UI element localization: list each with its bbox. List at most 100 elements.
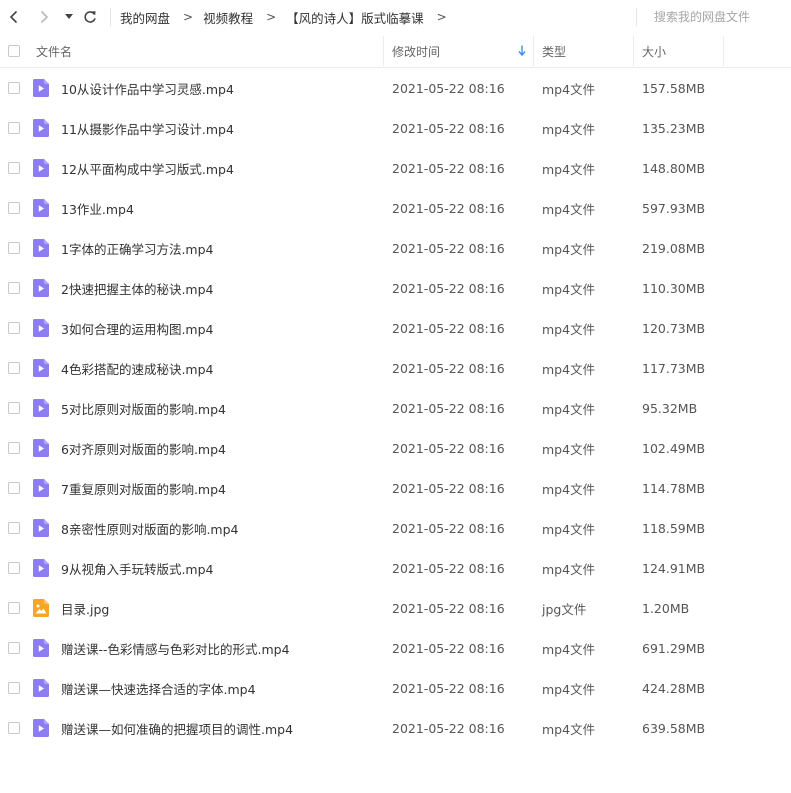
video-file-icon (33, 79, 49, 97)
file-name[interactable]: 目录.jpg (61, 588, 381, 628)
file-row[interactable]: 5对比原则对版面的影响.mp4 2021-05-22 08:16 mp4文件 95.3… (0, 388, 791, 428)
file-name[interactable]: 1字体的正确学习方法.mp4 (61, 228, 381, 268)
file-size: 117.73MB (642, 360, 706, 376)
row-checkbox[interactable] (8, 362, 20, 374)
file-name[interactable]: 8亲密性原则对版面的影响.mp4 (61, 508, 381, 548)
row-checkbox[interactable] (8, 202, 20, 214)
file-type: jpg文件 (542, 601, 587, 617)
file-row[interactable]: 6对齐原则对版面的影响.mp4 2021-05-22 08:16 mp4文件 102.… (0, 428, 791, 468)
file-row[interactable]: 2快速把握主体的秘诀.mp4 2021-05-22 08:16 mp4文件 110.3… (0, 268, 791, 308)
file-row[interactable]: 9从视角入手玩转版式.mp4 2021-05-22 08:16 mp4文件 124.9… (0, 548, 791, 588)
file-modified-time: 2021-05-22 08:16 (392, 640, 505, 656)
row-checkbox[interactable] (8, 522, 20, 534)
sort-descending-icon[interactable] (518, 45, 526, 57)
refresh-button[interactable] (80, 6, 100, 28)
file-row[interactable]: 3如何合理的运用构图.mp4 2021-05-22 08:16 mp4文件 120.7… (0, 308, 791, 348)
row-checkbox[interactable] (8, 322, 20, 334)
breadcrumb-separator: > (266, 10, 277, 24)
column-resize-handle[interactable] (533, 36, 534, 66)
row-checkbox[interactable] (8, 122, 20, 134)
file-modified-time: 2021-05-22 08:16 (392, 240, 505, 256)
breadcrumb-item-current-folder[interactable]: 【风的诗人】版式临摹课 (286, 8, 424, 27)
file-row[interactable]: 8亲密性原则对版面的影响.mp4 2021-05-22 08:16 mp4文件 118… (0, 508, 791, 548)
file-row[interactable]: 12从平面构成中学习版式.mp4 2021-05-22 08:16 mp4文件 148… (0, 148, 791, 188)
file-name[interactable]: 6对齐原则对版面的影响.mp4 (61, 428, 381, 468)
file-name[interactable]: 12从平面构成中学习版式.mp4 (61, 148, 381, 188)
file-row[interactable]: 赠送课—快速选择合适的字体.mp4 2021-05-22 08:16 mp4文件 42… (0, 668, 791, 708)
file-name[interactable]: 赠送课—如何准确的把握项目的调性.mp4 (61, 708, 381, 748)
row-checkbox[interactable] (8, 282, 20, 294)
forward-button[interactable] (34, 6, 54, 28)
row-checkbox[interactable] (8, 242, 20, 254)
file-type: mp4文件 (542, 321, 596, 337)
caret-down-icon (65, 14, 73, 19)
file-name[interactable]: 10从设计作品中学习灵感.mp4 (61, 68, 381, 108)
file-type: mp4文件 (542, 201, 596, 217)
back-button[interactable] (4, 6, 24, 28)
file-size: 597.93MB (642, 200, 706, 216)
column-header-mtime[interactable]: 修改时间 (392, 34, 532, 68)
file-name[interactable]: 11从摄影作品中学习设计.mp4 (61, 108, 381, 148)
select-all-checkbox[interactable] (8, 45, 20, 57)
file-name[interactable]: 9从视角入手玩转版式.mp4 (61, 548, 381, 588)
file-type: mp4文件 (542, 561, 596, 577)
row-checkbox[interactable] (8, 562, 20, 574)
file-row[interactable]: 赠送课--色彩情感与色彩对比的形式.mp4 2021-05-22 08:16 mp4… (0, 628, 791, 668)
breadcrumb-item-my-drive[interactable]: 我的网盘 (120, 8, 170, 27)
file-size: 120.73MB (642, 320, 706, 336)
file-type: mp4文件 (542, 281, 596, 297)
file-name[interactable]: 赠送课--色彩情感与色彩对比的形式.mp4 (61, 628, 381, 668)
file-row[interactable]: 目录.jpg 2021-05-22 08:16 jpg文件 1.20MB (0, 588, 791, 628)
file-row[interactable]: 10从设计作品中学习灵感.mp4 2021-05-22 08:16 mp4文件 157… (0, 68, 791, 108)
file-name[interactable]: 3如何合理的运用构图.mp4 (61, 308, 381, 348)
column-resize-handle[interactable] (723, 36, 724, 66)
video-file-icon (33, 439, 49, 457)
file-name[interactable]: 2快速把握主体的秘诀.mp4 (61, 268, 381, 308)
file-row[interactable]: 1字体的正确学习方法.mp4 2021-05-22 08:16 mp4文件 219.0… (0, 228, 791, 268)
column-header-type[interactable]: 类型 (542, 34, 632, 68)
file-size: 691.29MB (642, 640, 706, 656)
file-row[interactable]: 7重复原则对版面的影响.mp4 2021-05-22 08:16 mp4文件 114.… (0, 468, 791, 508)
file-name[interactable]: 7重复原则对版面的影响.mp4 (61, 468, 381, 508)
column-resize-handle[interactable] (383, 36, 384, 66)
file-size: 1.20MB (642, 600, 690, 616)
file-type: mp4文件 (542, 121, 596, 137)
row-checkbox[interactable] (8, 482, 20, 494)
breadcrumb-item-video-tutorials[interactable]: 视频教程 (203, 8, 253, 27)
file-modified-time: 2021-05-22 08:16 (392, 560, 505, 576)
breadcrumb-separator: > (183, 10, 194, 24)
file-row[interactable]: 赠送课—如何准确的把握项目的调性.mp4 2021-05-22 08:16 mp4文… (0, 708, 791, 748)
file-type: mp4文件 (542, 521, 596, 537)
file-type: mp4文件 (542, 81, 596, 97)
row-checkbox[interactable] (8, 402, 20, 414)
video-file-icon (33, 719, 49, 737)
column-header-name[interactable]: 文件名 (36, 34, 382, 68)
file-name[interactable]: 4色彩搭配的速成秘诀.mp4 (61, 348, 381, 388)
file-name[interactable]: 13作业.mp4 (61, 188, 381, 228)
row-checkbox[interactable] (8, 602, 20, 614)
row-checkbox[interactable] (8, 682, 20, 694)
row-checkbox[interactable] (8, 162, 20, 174)
file-size: 110.30MB (642, 280, 706, 296)
video-file-icon (33, 679, 49, 697)
row-checkbox[interactable] (8, 82, 20, 94)
search-input[interactable] (644, 6, 784, 28)
column-header-size[interactable]: 大小 (642, 34, 722, 68)
file-size: 148.80MB (642, 160, 706, 176)
history-dropdown-button[interactable] (62, 6, 76, 28)
row-checkbox[interactable] (8, 722, 20, 734)
file-name[interactable]: 5对比原则对版面的影响.mp4 (61, 388, 381, 428)
column-resize-handle[interactable] (633, 36, 634, 66)
file-modified-time: 2021-05-22 08:16 (392, 360, 505, 376)
video-file-icon (33, 359, 49, 377)
file-modified-time: 2021-05-22 08:16 (392, 320, 505, 336)
file-row[interactable]: 13作业.mp4 2021-05-22 08:16 mp4文件 597.93MB (0, 188, 791, 228)
file-list: 10从设计作品中学习灵感.mp4 2021-05-22 08:16 mp4文件 157… (0, 68, 791, 748)
file-type: mp4文件 (542, 641, 596, 657)
video-file-icon (33, 639, 49, 657)
file-row[interactable]: 4色彩搭配的速成秘诀.mp4 2021-05-22 08:16 mp4文件 117.7… (0, 348, 791, 388)
row-checkbox[interactable] (8, 442, 20, 454)
file-name[interactable]: 赠送课—快速选择合适的字体.mp4 (61, 668, 381, 708)
file-row[interactable]: 11从摄影作品中学习设计.mp4 2021-05-22 08:16 mp4文件 135… (0, 108, 791, 148)
row-checkbox[interactable] (8, 642, 20, 654)
